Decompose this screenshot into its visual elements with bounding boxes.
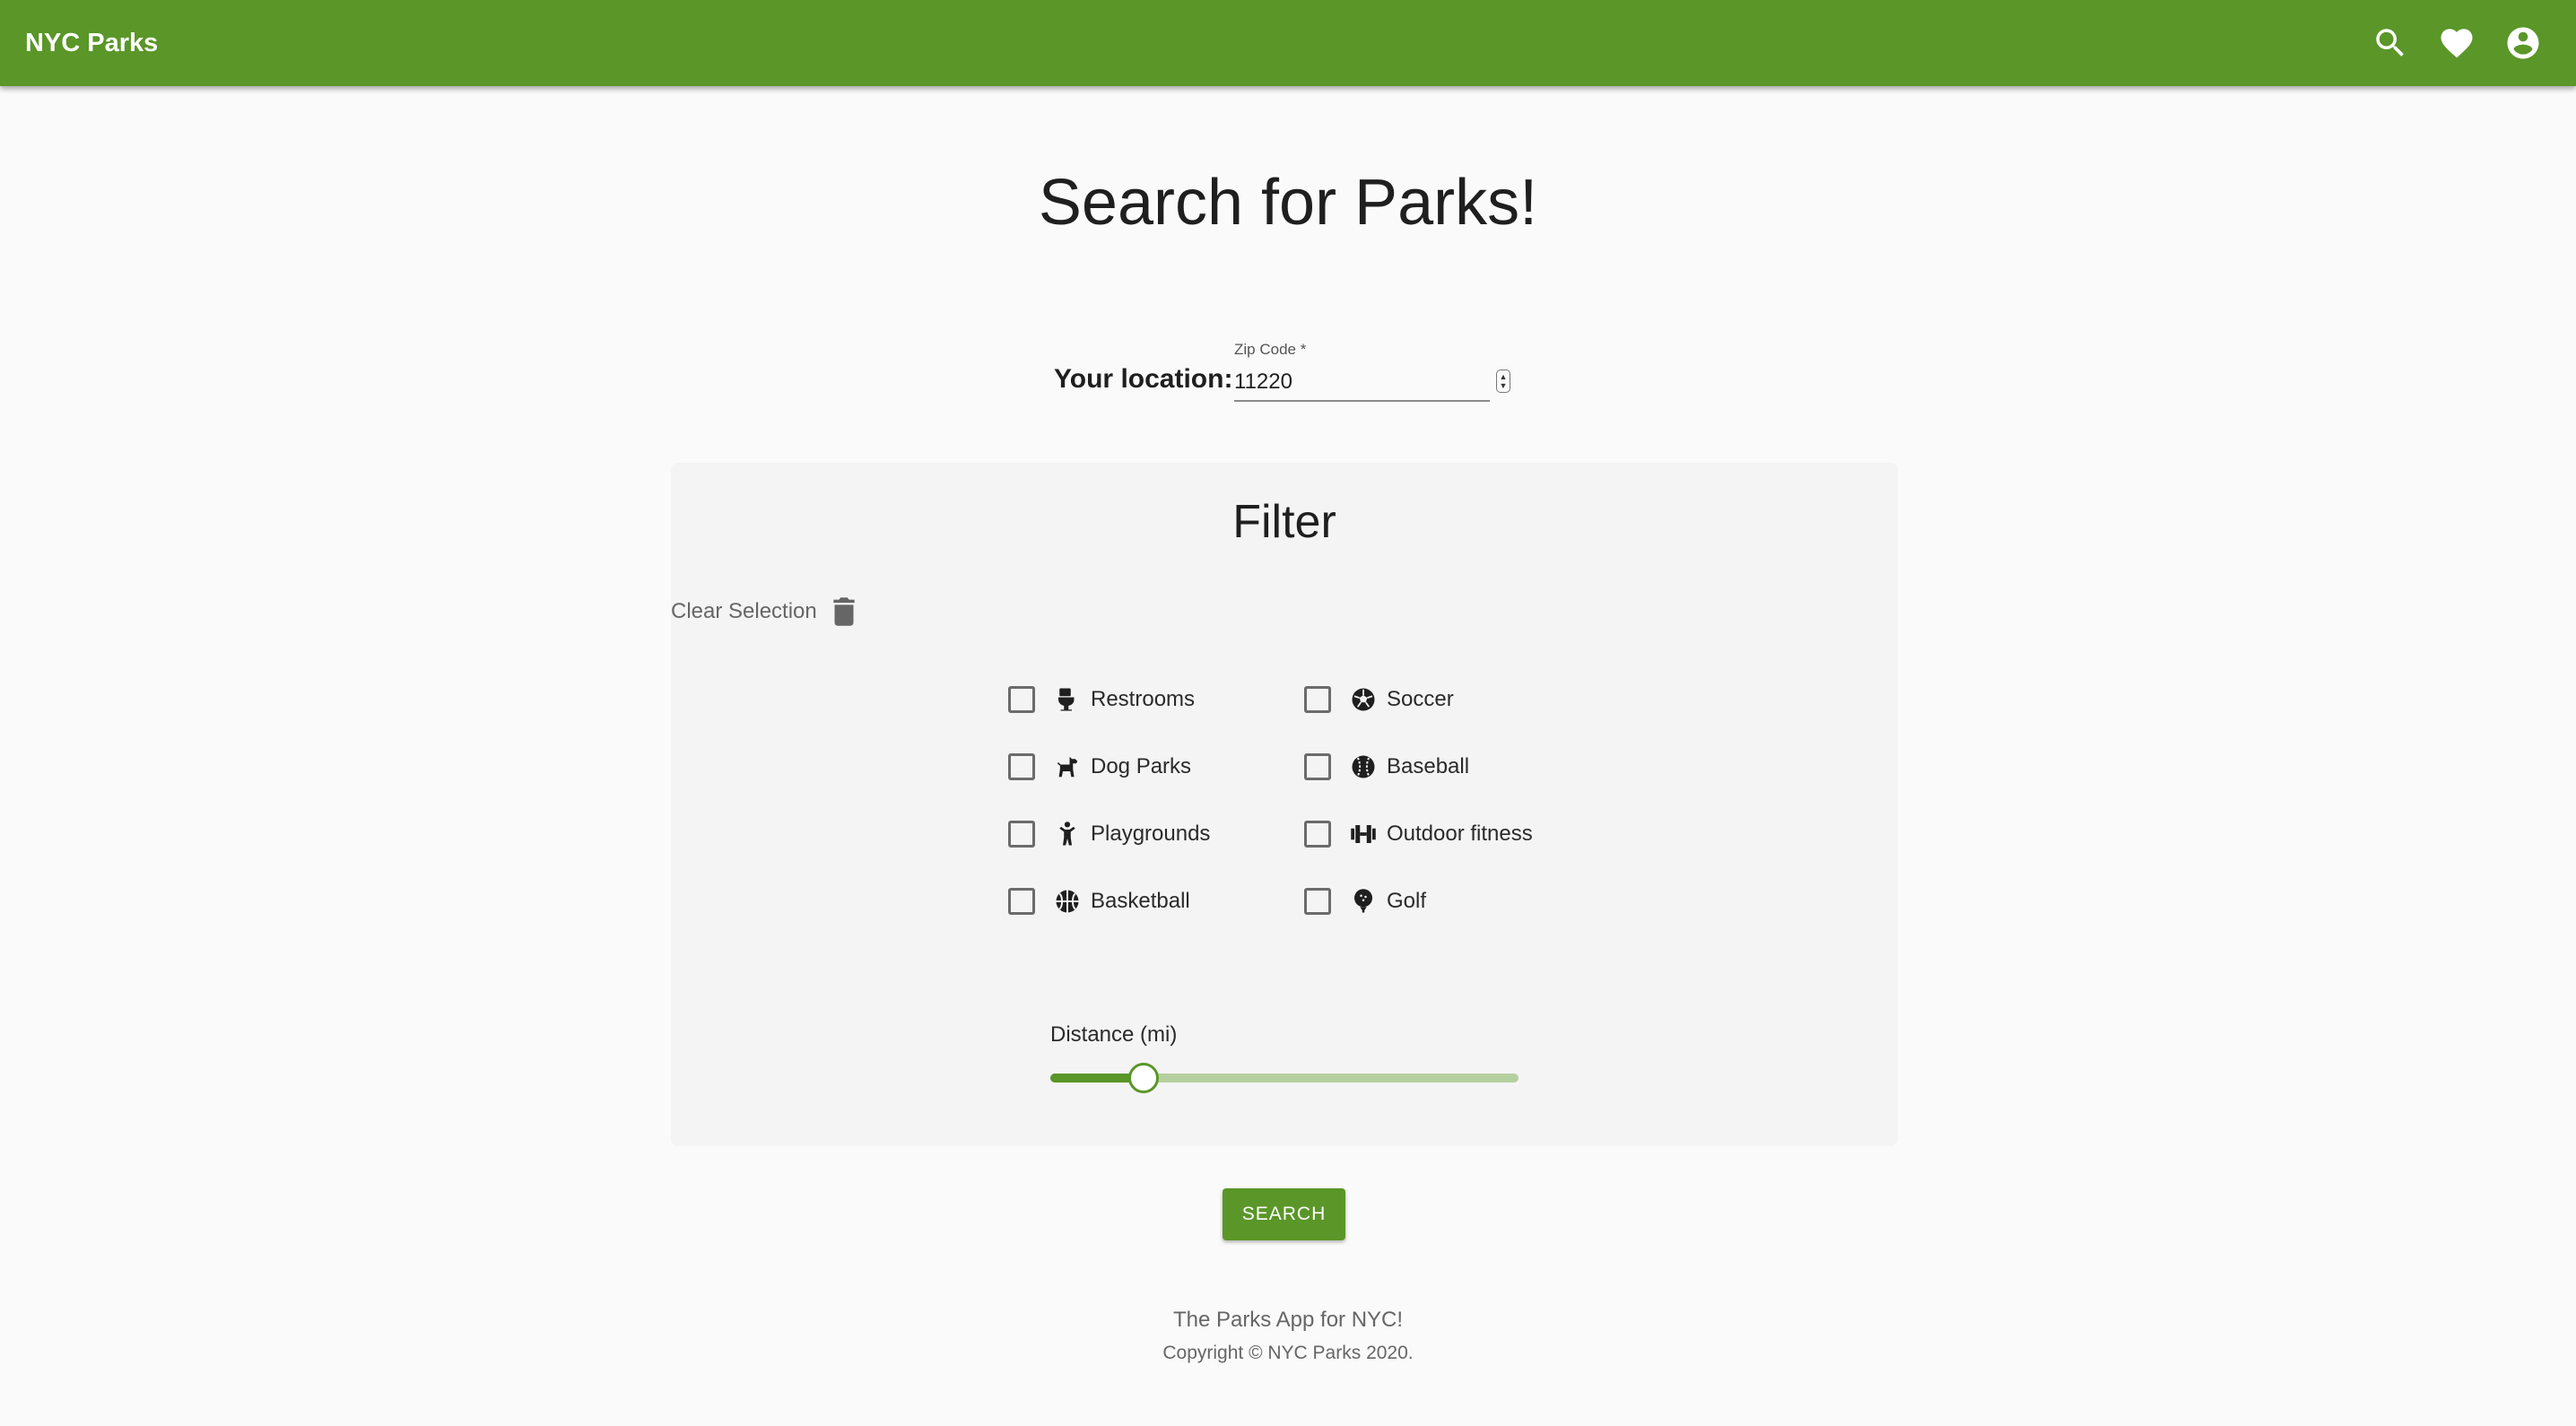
golf-checkbox[interactable] <box>1304 888 1331 915</box>
zip-code-field[interactable]: Zip Code * ▲ ▼ <box>1234 341 1514 404</box>
baseball-label: Baseball <box>1387 754 1470 778</box>
filter-option-playgrounds[interactable]: Playgrounds <box>1008 813 1210 855</box>
dog-parks-checkbox[interactable] <box>1008 753 1035 780</box>
app-title[interactable]: NYC Parks <box>25 0 158 86</box>
outdoor-fitness-checkbox[interactable] <box>1304 821 1331 848</box>
filter-option-golf[interactable]: Golf <box>1304 881 1426 922</box>
outdoor-fitness-label: Outdoor fitness <box>1387 822 1533 846</box>
basketball-checkbox[interactable] <box>1008 888 1035 915</box>
page-title: Search for Parks! <box>1038 167 1538 239</box>
filter-option-basketball[interactable]: Basketball <box>1008 881 1190 922</box>
soccer-ball-icon <box>1349 685 1378 714</box>
filter-panel: Filter Clear Selection Restrooms Dog Par… <box>671 463 1898 1146</box>
soccer-checkbox[interactable] <box>1304 686 1331 713</box>
zip-code-label: Zip Code * <box>1234 341 1307 358</box>
baseball-checkbox[interactable] <box>1304 753 1331 780</box>
baseball-icon <box>1349 752 1378 781</box>
app-bar: NYC Parks <box>0 0 2576 86</box>
location-label: Your location: <box>1054 364 1233 394</box>
toilet-icon <box>1053 685 1082 714</box>
filter-option-soccer[interactable]: Soccer <box>1304 679 1454 720</box>
heart-icon[interactable] <box>2424 0 2490 86</box>
restrooms-label: Restrooms <box>1091 687 1196 711</box>
clear-selection-label: Clear Selection <box>671 599 817 623</box>
footer-tagline: The Parks App for NYC! <box>1172 1308 1404 1332</box>
filter-option-restrooms[interactable]: Restrooms <box>1008 679 1195 720</box>
slider-thumb[interactable] <box>1128 1063 1159 1093</box>
filter-title: Filter <box>1232 496 1336 548</box>
restrooms-checkbox[interactable] <box>1008 686 1035 713</box>
app-bar-actions <box>2357 0 2556 86</box>
trash-icon <box>833 597 855 626</box>
stepper-down-icon[interactable]: ▼ <box>1500 381 1508 390</box>
playgrounds-checkbox[interactable] <box>1008 821 1035 848</box>
search-button[interactable]: SEARCH <box>1223 1188 1345 1240</box>
playgrounds-label: Playgrounds <box>1091 822 1211 846</box>
dumbbell-icon <box>1349 820 1378 848</box>
golf-ball-icon <box>1349 887 1378 916</box>
soccer-label: Soccer <box>1387 687 1454 711</box>
basketball-icon <box>1053 887 1082 916</box>
zip-code-input[interactable] <box>1234 364 1490 402</box>
stepper-up-icon[interactable]: ▲ <box>1500 372 1508 381</box>
golf-label: Golf <box>1387 889 1427 913</box>
basketball-label: Basketball <box>1091 889 1190 913</box>
distance-slider[interactable] <box>1050 1060 1519 1096</box>
child-icon <box>1053 820 1082 848</box>
dog-parks-label: Dog Parks <box>1091 754 1192 778</box>
clear-selection-button[interactable]: Clear Selection <box>671 587 857 637</box>
distance-label: Distance (mi) <box>1050 1022 1178 1047</box>
filter-option-dog-parks[interactable]: Dog Parks <box>1008 746 1191 787</box>
footer-copyright: Copyright © NYC Parks 2020. <box>1162 1343 1414 1363</box>
dog-icon <box>1053 752 1082 781</box>
account-circle-icon[interactable] <box>2490 0 2556 86</box>
search-icon[interactable] <box>2357 0 2424 86</box>
filter-option-baseball[interactable]: Baseball <box>1304 746 1469 787</box>
filter-option-outdoor-fitness[interactable]: Outdoor fitness <box>1304 813 1533 855</box>
zip-code-stepper[interactable]: ▲ ▼ <box>1496 370 1510 393</box>
